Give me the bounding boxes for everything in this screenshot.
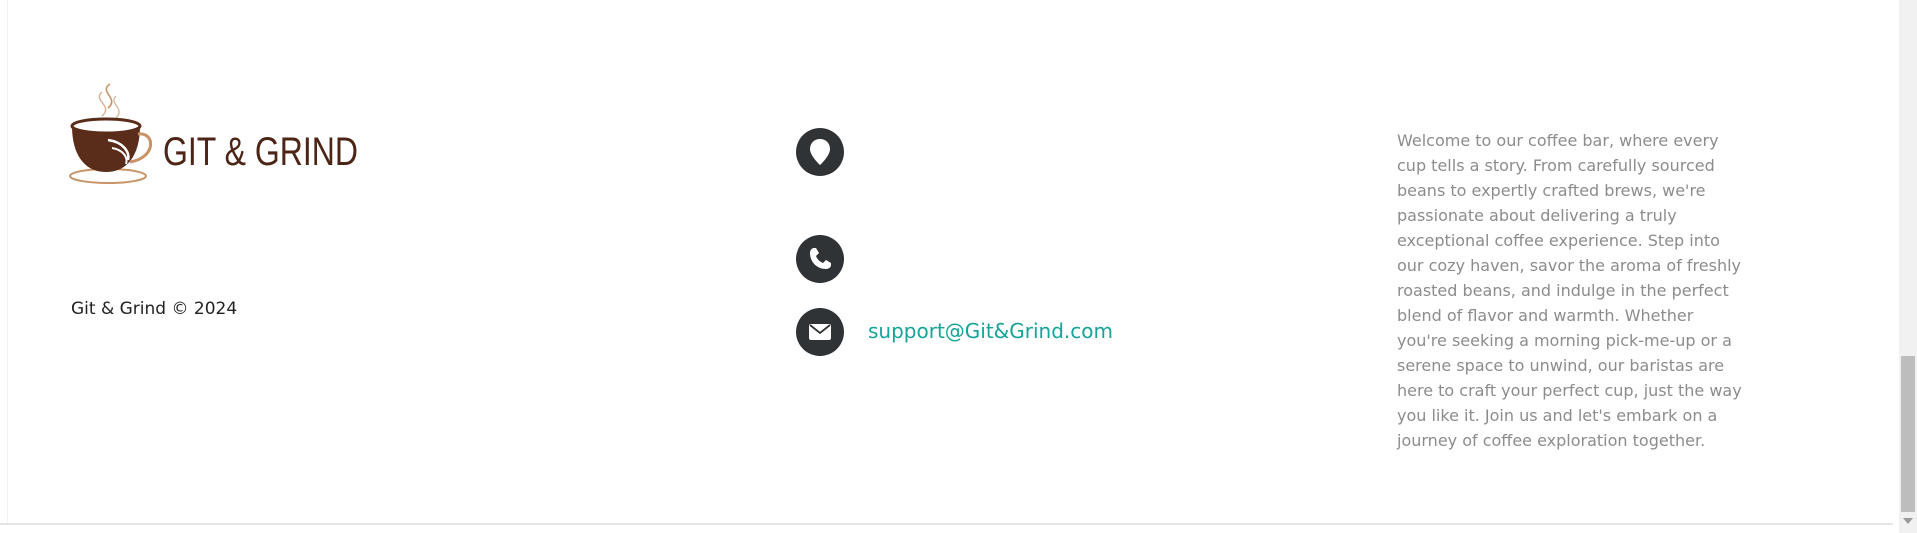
email-link[interactable]: support@Git&Grind.com [868,319,1113,343]
scroll-down-arrow-icon[interactable] [1903,518,1913,524]
brand-logo[interactable]: GIT & GRIND [68,82,358,188]
about-text: Welcome to our coffee bar, where every c… [1397,131,1742,450]
map-pin-icon [796,128,844,176]
scrollbar-thumb[interactable] [1901,356,1915,512]
envelope-icon [796,308,844,356]
phone-icon [796,235,844,283]
vertical-scrollbar[interactable] [1899,0,1917,533]
page-bottom [0,525,1893,533]
brand-wordmark: GIT & GRIND [163,130,358,174]
left-border [7,0,8,524]
page: GIT & GRIND Git & Grind © 2024 support@G… [0,0,1917,533]
coffee-cup-icon [69,83,153,184]
copyright-text: Git & Grind © 2024 [71,299,238,319]
